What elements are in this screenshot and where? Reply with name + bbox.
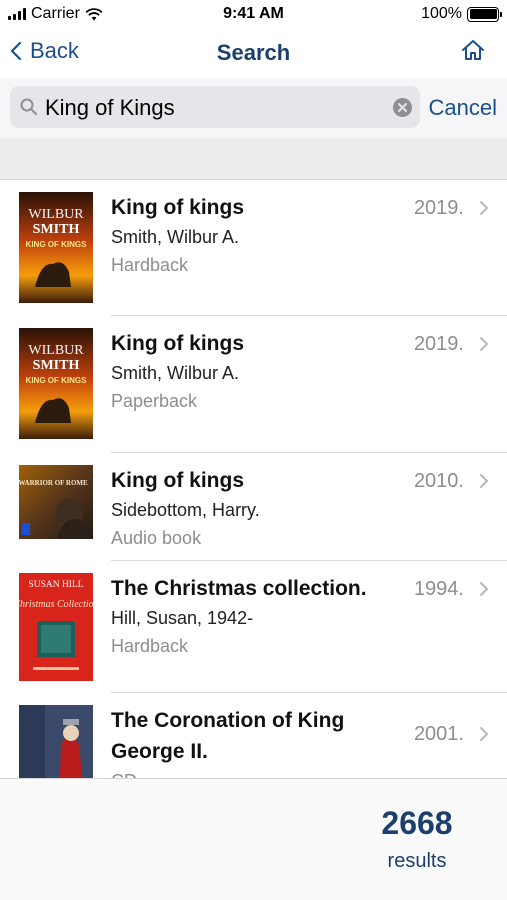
result-year: 2001.	[413, 723, 464, 745]
result-title: King of kings	[111, 196, 244, 219]
status-bar: Carrier 9:41 AM 100%	[0, 0, 507, 30]
result-author: Hill, Susan, 1942-	[111, 608, 254, 628]
result-info: King of kings Sidebottom, Harry. Audio b…	[111, 465, 401, 552]
results-footer: 2668 results	[0, 778, 507, 900]
search-icon	[20, 98, 38, 116]
list-item[interactable]: The Coronation of King George II. CD 200…	[0, 693, 507, 778]
clear-icon[interactable]	[393, 98, 412, 117]
result-author: Smith, Wilbur A.	[111, 363, 240, 383]
result-author: Sidebottom, Harry.	[111, 500, 260, 520]
cover-title: Christmas Collection	[19, 599, 93, 610]
nav-bar: Back Search	[0, 30, 507, 78]
book-cover: WILBUR SMITH KING OF KINGS	[19, 192, 93, 303]
result-format: Hardback	[111, 636, 189, 656]
search-area: King of Kings Cancel	[0, 78, 507, 138]
cover-title: KING OF KINGS	[26, 376, 88, 385]
battery-percent: 100%	[421, 5, 462, 22]
result-format: CD	[111, 767, 401, 778]
book-cover: WARRIOR OF ROME	[19, 465, 93, 539]
results-list: WILBUR SMITH KING OF KINGS King of kings…	[0, 180, 507, 778]
search-query-text: King of Kings	[45, 95, 175, 120]
result-year: 2019.	[413, 197, 464, 219]
chevron-right-icon	[480, 727, 488, 741]
cover-title: WARRIOR OF ROME	[19, 479, 88, 487]
result-year: 2010.	[413, 470, 464, 492]
cover-author-last: SMITH	[33, 358, 80, 373]
result-title: King of kings	[111, 469, 244, 492]
back-label: Back	[30, 38, 79, 63]
results-count: 2668	[381, 805, 453, 841]
cover-author-first: WILBUR	[28, 207, 84, 222]
list-item[interactable]: WILBUR SMITH KING OF KINGS King of kings…	[0, 316, 507, 453]
status-right: 100%	[421, 5, 502, 23]
result-author: Smith, Wilbur A.	[111, 227, 240, 247]
result-format: Paperback	[111, 391, 198, 411]
results-count-label: results	[387, 850, 447, 872]
result-year: 1994.	[413, 578, 464, 600]
cover-author-first: WILBUR	[28, 343, 84, 358]
chevron-right-icon	[480, 201, 488, 215]
back-button[interactable]: Back	[10, 38, 79, 64]
book-cover: WILBUR SMITH KING OF KINGS	[19, 328, 93, 439]
result-year: 2019.	[413, 333, 464, 355]
list-item[interactable]: WARRIOR OF ROME King of kings Sidebottom…	[0, 453, 507, 561]
chevron-left-icon	[10, 41, 22, 61]
search-input[interactable]: King of Kings	[10, 86, 420, 128]
cover-title: KING OF KINGS	[26, 240, 88, 249]
result-info: The Coronation of King George II. CD	[111, 705, 401, 778]
cancel-button[interactable]: Cancel	[429, 95, 497, 121]
list-item[interactable]: SUSAN HILL Christmas Collection The Chri…	[0, 561, 507, 693]
result-info: King of kings Smith, Wilbur A. Hardback	[111, 192, 401, 279]
battery-icon	[467, 6, 502, 22]
chevron-right-icon	[480, 582, 488, 596]
cover-author-last: SMITH	[33, 222, 80, 237]
result-title: King of kings	[111, 332, 244, 355]
chevron-right-icon	[480, 474, 488, 488]
list-item[interactable]: WILBUR SMITH KING OF KINGS King of kings…	[0, 180, 507, 316]
result-info: King of kings Smith, Wilbur A. Paperback	[111, 328, 401, 415]
home-button[interactable]	[461, 39, 485, 66]
book-cover	[19, 705, 93, 778]
section-divider	[0, 138, 507, 180]
home-icon	[462, 40, 484, 60]
result-format: Audio book	[111, 528, 202, 548]
chevron-right-icon	[480, 337, 488, 351]
result-title: The Christmas collection.	[111, 577, 367, 600]
result-info: The Christmas collection. Hill, Susan, 1…	[111, 573, 401, 660]
result-format: Hardback	[111, 255, 189, 275]
book-cover: SUSAN HILL Christmas Collection	[19, 573, 93, 681]
result-title: The Coronation of King George II.	[111, 709, 345, 763]
cover-author: SUSAN HILL	[28, 580, 83, 590]
